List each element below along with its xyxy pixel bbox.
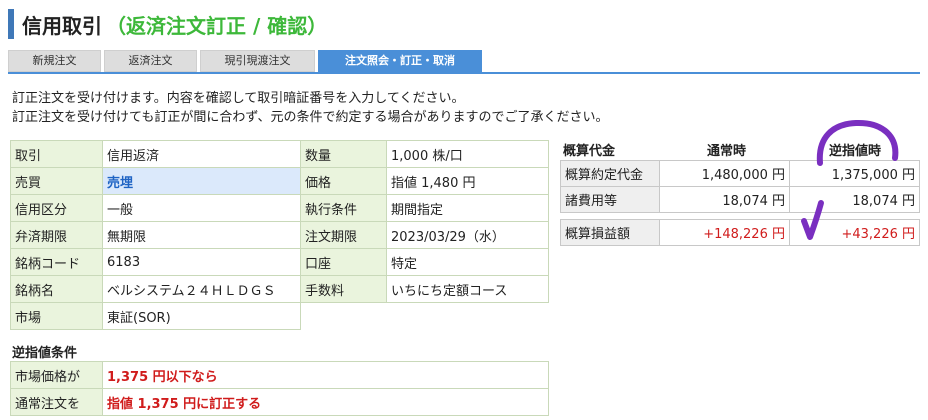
table-row: 銘柄コード 6183 口座 特定 [10, 248, 549, 276]
tab-underline [8, 72, 920, 74]
table-row: 市場価格が 1,375 円以下なら [10, 361, 549, 389]
notice-text: 訂正注文を受け付けます。内容を確認して取引暗証番号を入力してください。 訂正注文… [12, 89, 608, 127]
gap-cell [561, 213, 920, 220]
table-row: 概算約定代金 1,480,000 円 1,375,000 円 [560, 160, 920, 187]
estimate-col-normal: 通常時 [707, 144, 747, 159]
value-pl-stop: +43,226 円 [789, 219, 920, 246]
value-execution: 期間指定 [386, 194, 549, 222]
value-price: 指値 1,480 円 [386, 167, 549, 195]
stop-conditions-title: 逆指値条件 [12, 346, 78, 361]
label-stock-name: 銘柄名 [10, 275, 103, 303]
value-trade: 信用返済 [102, 140, 301, 168]
label-market: 市場 [10, 302, 103, 330]
label-repay-deadline: 弁済期限 [10, 221, 103, 249]
label-stock-code: 銘柄コード [10, 248, 103, 276]
page-header: 信用取引 （返済注文訂正 / 確認） [8, 8, 327, 40]
label-fee: 手数料 [300, 275, 387, 303]
value-side: 売埋 [102, 167, 301, 195]
label-order-deadline: 注文期限 [300, 221, 387, 249]
page-title: 信用取引 [22, 13, 102, 38]
value-fee: いちにち定額コース [386, 275, 549, 303]
table-row: 銘柄名 ベルシステム２４ＨＬＤＧＳ 手数料 いちにち定額コース [10, 275, 549, 303]
value-account: 特定 [386, 248, 549, 276]
table-row: 諸費用等 18,074 円 18,074 円 [560, 186, 920, 213]
title-accent-bar [8, 9, 14, 39]
value-fees-normal: 18,074 円 [659, 186, 790, 213]
notice-line-1: 訂正注文を受け付けます。内容を確認して取引暗証番号を入力してください。 [12, 91, 465, 106]
value-trigger: 1,375 円以下なら [102, 361, 549, 389]
label-normal-order: 通常注文を [10, 388, 103, 416]
table-row: 通常注文を 指値 1,375 円に訂正する [10, 388, 549, 416]
estimate-table: 概算約定代金 1,480,000 円 1,375,000 円 諸費用等 18,0… [560, 160, 920, 246]
label-account: 口座 [300, 248, 387, 276]
page-subtitle: （返済注文訂正 / 確認） [106, 13, 328, 38]
table-row: 市場 東証(SOR) [10, 302, 549, 330]
value-repay-deadline: 無期限 [102, 221, 301, 249]
table-row: 概算損益額 +148,226 円 +43,226 円 [560, 219, 920, 246]
table-row: 取引 信用返済 数量 1,000 株/口 [10, 140, 549, 168]
value-est-amount-normal: 1,480,000 円 [659, 160, 790, 187]
label-est-amount: 概算約定代金 [560, 160, 660, 187]
table-gap [561, 213, 920, 220]
value-order-deadline: 2023/03/29（水） [386, 221, 549, 249]
value-est-amount-stop: 1,375,000 円 [789, 160, 920, 187]
value-stock-name: ベルシステム２４ＨＬＤＧＳ [102, 275, 301, 303]
label-trade: 取引 [10, 140, 103, 168]
label-pl: 概算損益額 [560, 219, 660, 246]
tab-delivery-order[interactable]: 現引現渡注文 [200, 50, 315, 72]
value-quantity: 1,000 株/口 [386, 140, 549, 168]
value-fees-stop: 18,074 円 [789, 186, 920, 213]
value-market: 東証(SOR) [102, 302, 301, 330]
estimate-col-stop: 逆指値時 [829, 144, 882, 159]
tab-order-inquiry[interactable]: 注文照会・訂正・取消 [318, 50, 482, 72]
notice-line-2: 訂正注文を受け付けても訂正が間に合わず、元の条件で約定する場合がありますのでご了… [12, 110, 609, 125]
order-details-table: 取引 信用返済 数量 1,000 株/口 売買 売埋 価格 指値 1,480 円… [10, 140, 549, 330]
value-correction: 指値 1,375 円に訂正する [102, 388, 549, 416]
value-stock-code: 6183 [102, 248, 301, 276]
estimate-title: 概算代金 [563, 144, 616, 159]
label-market-price: 市場価格が [10, 361, 103, 389]
value-pl-normal: +148,226 円 [659, 219, 790, 246]
tab-close-order[interactable]: 返済注文 [104, 50, 197, 72]
label-margin-type: 信用区分 [10, 194, 103, 222]
stop-conditions-table: 市場価格が 1,375 円以下なら 通常注文を 指値 1,375 円に訂正する [10, 361, 549, 416]
table-row: 弁済期限 無期限 注文期限 2023/03/29（水） [10, 221, 549, 249]
label-quantity: 数量 [300, 140, 387, 168]
tab-new-order[interactable]: 新規注文 [8, 50, 101, 72]
label-side: 売買 [10, 167, 103, 195]
tab-bar: 新規注文 返済注文 現引現渡注文 注文照会・訂正・取消 [8, 50, 482, 72]
label-price: 価格 [300, 167, 387, 195]
label-execution: 執行条件 [300, 194, 387, 222]
empty-cell [300, 302, 549, 330]
table-row: 信用区分 一般 執行条件 期間指定 [10, 194, 549, 222]
value-margin-type: 一般 [102, 194, 301, 222]
table-row: 売買 売埋 価格 指値 1,480 円 [10, 167, 549, 195]
label-fees: 諸費用等 [560, 186, 660, 213]
